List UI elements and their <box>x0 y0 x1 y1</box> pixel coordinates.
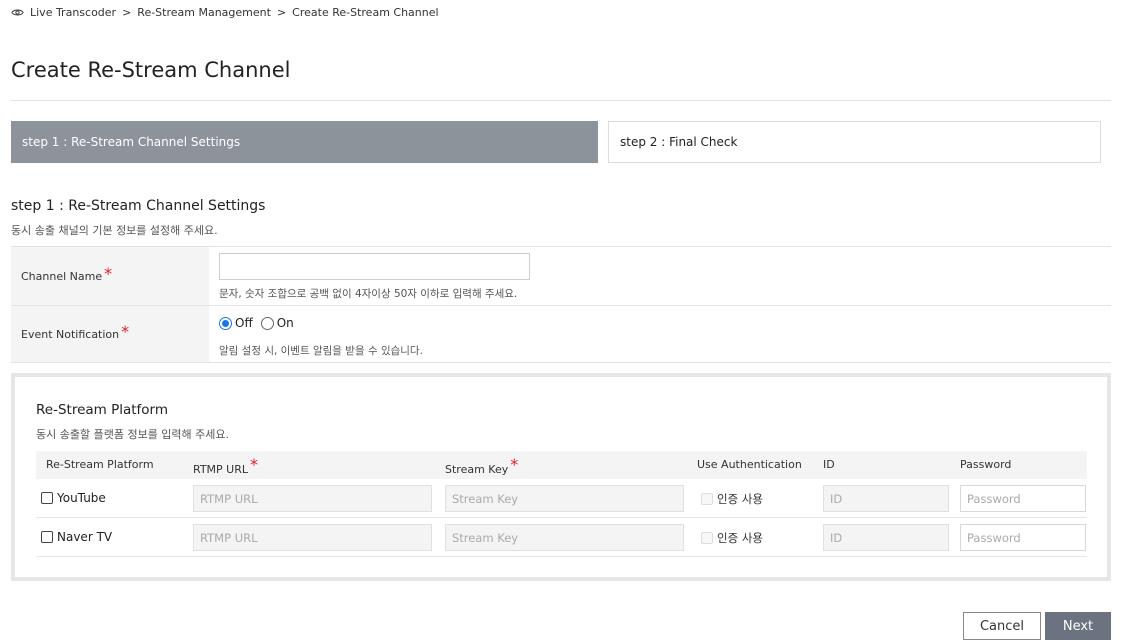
next-button[interactable]: Next <box>1045 612 1111 640</box>
navertv-id-input[interactable]: ID <box>823 524 949 551</box>
event-notification-hint: 알림 설정 시, 이벤트 알림을 받을 수 있습니다. <box>219 345 423 357</box>
header-rtmp-url: RTMP URL * <box>193 455 259 477</box>
navertv-checkbox-label[interactable]: Naver TV <box>41 530 112 544</box>
youtube-password-input[interactable]: Password <box>960 485 1086 512</box>
channel-name-input[interactable] <box>219 253 530 280</box>
header-stream-key-text: Stream Key <box>445 463 509 476</box>
restream-platform-panel: Re-Stream Platform 동시 송출할 플랫폼 정보를 입력해 주세… <box>11 373 1111 581</box>
youtube-rtmp-url-input[interactable]: RTMP URL <box>193 485 432 512</box>
channel-name-label-text: Channel Name <box>21 269 103 283</box>
navertv-auth-checkbox-label[interactable]: 인증 사용 <box>701 530 763 546</box>
event-notification-label-text: Event Notification <box>21 327 120 341</box>
step-1-tab[interactable]: step 1 : Re-Stream Channel Settings <box>11 121 598 163</box>
required-mark: * <box>250 455 259 474</box>
event-notification-label: Event Notification * <box>11 306 209 362</box>
platform-row-youtube: YouTube RTMP URL Stream Key 인증 사용 ID Pas… <box>36 479 1087 518</box>
platform-name: Naver TV <box>57 530 113 544</box>
step-2-tab[interactable]: step 2 : Final Check <box>608 121 1101 163</box>
breadcrumb-item: Create Re-Stream Channel <box>292 5 439 19</box>
platform-title: Re-Stream Platform <box>36 402 169 418</box>
cancel-button[interactable]: Cancel <box>963 612 1041 640</box>
platform-table-header: Re-Stream Platform RTMP URL * Stream Key *… <box>36 451 1087 479</box>
platform-table: Re-Stream Platform RTMP URL * Stream Key *… <box>36 451 1087 557</box>
radio-off-button[interactable] <box>219 316 232 330</box>
breadcrumb-item[interactable]: Live Transcoder <box>30 6 116 19</box>
event-notification-cell: Off On 알림 설정 시, 이벤트 알림을 받을 수 있습니다. <box>209 306 1111 362</box>
platform-row-navertv: Naver TV RTMP URL Stream Key 인증 사용 ID Pa… <box>36 518 1087 557</box>
auth-label: 인증 사용 <box>717 492 763 506</box>
required-mark: * <box>510 455 519 474</box>
navertv-stream-key-input[interactable]: Stream Key <box>445 524 684 551</box>
event-notification-row: Event Notification * Off On 알림 설정 시, 이벤트 … <box>11 306 1111 363</box>
platform-description: 동시 송출할 플랫폼 정보를 입력해 주세요. <box>36 428 230 441</box>
navertv-auth-checkbox[interactable] <box>701 532 713 544</box>
youtube-auth-checkbox-label[interactable]: 인증 사용 <box>701 491 763 507</box>
header-use-authentication: Use Authentication <box>697 458 802 471</box>
youtube-auth-checkbox[interactable] <box>701 493 713 505</box>
channel-name-row: Channel Name * 문자, 숫자 조합으로 공백 없이 4자이상 50자… <box>11 247 1111 306</box>
radio-on-label: On <box>276 316 294 330</box>
youtube-id-input[interactable]: ID <box>823 485 949 512</box>
page-title: Create Re-Stream Channel <box>11 58 291 82</box>
eye-icon <box>11 6 24 19</box>
channel-name-cell: 문자, 숫자 조합으로 공백 없이 4자이상 50자 이하로 입력해 주세요. <box>209 247 1111 305</box>
header-password: Password <box>960 458 1012 471</box>
navertv-password-input[interactable]: Password <box>960 524 1086 551</box>
channel-settings-form: Channel Name * 문자, 숫자 조합으로 공백 없이 4자이상 50자… <box>11 246 1111 363</box>
breadcrumb-item[interactable]: Re-Stream Management <box>137 6 271 19</box>
header-rtmp-url-text: RTMP URL <box>193 463 249 476</box>
required-mark: * <box>104 263 113 283</box>
radio-on[interactable]: On <box>260 316 294 330</box>
breadcrumb-separator: > <box>276 5 287 19</box>
navertv-rtmp-url-input[interactable]: RTMP URL <box>193 524 432 551</box>
header-platform: Re-Stream Platform <box>46 458 154 471</box>
title-divider <box>11 100 1111 101</box>
auth-label: 인증 사용 <box>717 531 763 545</box>
header-id: ID <box>823 458 835 471</box>
platform-name: YouTube <box>57 491 106 505</box>
radio-off[interactable]: Off <box>219 316 253 330</box>
section-title: step 1 : Re-Stream Channel Settings <box>11 198 266 214</box>
navertv-checkbox[interactable] <box>41 531 53 543</box>
breadcrumb-separator: > <box>122 5 132 19</box>
radio-on-button[interactable] <box>260 316 274 330</box>
header-stream-key: Stream Key * <box>445 455 519 477</box>
channel-name-hint: 문자, 숫자 조합으로 공백 없이 4자이상 50자 이하로 입력해 주세요. <box>219 288 518 300</box>
breadcrumb: Live Transcoder > Re-Stream Management >… <box>11 4 439 20</box>
step-indicator: step 1 : Re-Stream Channel Settings step… <box>11 121 1101 163</box>
event-notification-radio-group: Off On <box>219 316 294 330</box>
youtube-checkbox-label[interactable]: YouTube <box>41 491 106 505</box>
radio-off-label: Off <box>235 316 253 330</box>
youtube-stream-key-input[interactable]: Stream Key <box>445 485 684 512</box>
channel-name-label: Channel Name * <box>11 247 209 305</box>
required-mark: * <box>121 321 130 341</box>
youtube-checkbox[interactable] <box>41 492 53 504</box>
section-description: 동시 송출 채널의 기본 정보를 설정해 주세요. <box>11 224 218 237</box>
